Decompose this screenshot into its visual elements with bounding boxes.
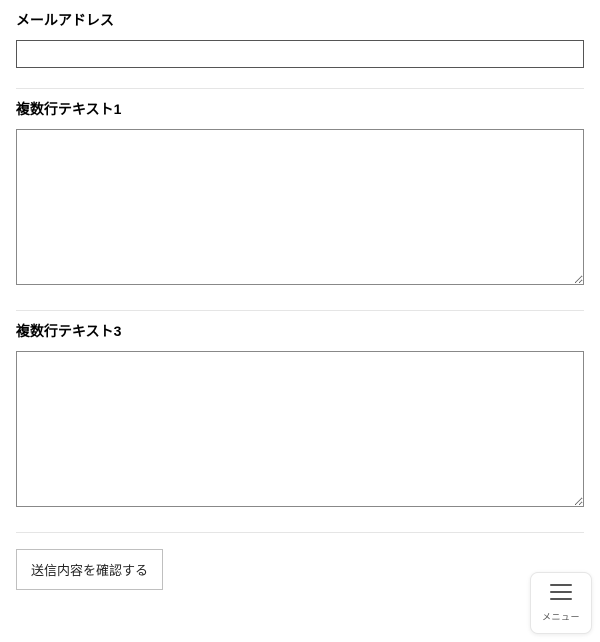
form-container: メールアドレス 複数行テキスト1 複数行テキスト3 送信内容を確認する [0,0,600,606]
submit-area: 送信内容を確認する [16,533,584,606]
field-group-email: メールアドレス [16,0,584,89]
submit-button[interactable]: 送信内容を確認する [16,549,163,590]
email-input[interactable] [16,40,584,68]
textarea1-label: 複数行テキスト1 [16,99,584,119]
menu-button[interactable]: メニュー [530,572,592,634]
textarea3-input[interactable] [16,351,584,507]
textarea1-input[interactable] [16,129,584,285]
email-label: メールアドレス [16,10,584,30]
menu-label: メニュー [542,610,580,623]
textarea3-label: 複数行テキスト3 [16,321,584,341]
hamburger-icon [549,583,573,606]
field-group-textarea3: 複数行テキスト3 [16,311,584,533]
field-group-textarea1: 複数行テキスト1 [16,89,584,311]
